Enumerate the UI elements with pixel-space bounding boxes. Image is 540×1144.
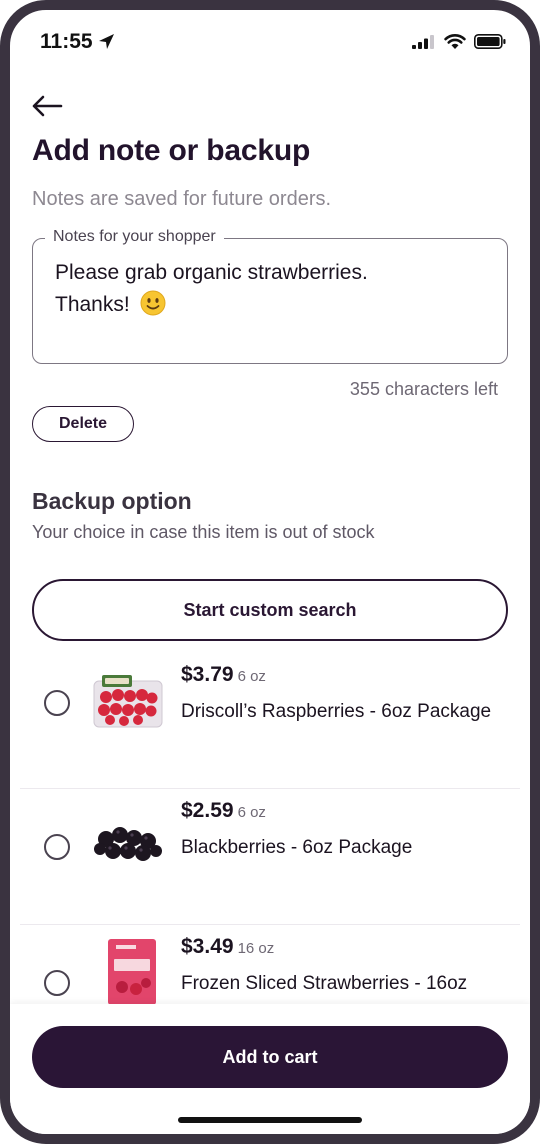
notes-line-2: Thanks! xyxy=(55,289,491,321)
shopper-notes-field[interactable]: Notes for your shopper Please grab organ… xyxy=(32,228,508,364)
notes-field-label: Notes for your shopper xyxy=(45,228,224,246)
backup-item-radio[interactable] xyxy=(44,690,70,716)
page-subtitle: Notes are saved for future orders. xyxy=(32,188,332,210)
backup-item-price: $3.49 16 oz xyxy=(181,935,274,959)
home-indicator xyxy=(178,1117,362,1123)
status-bar: 11:55 xyxy=(10,10,530,70)
price-value: $2.59 xyxy=(181,799,234,822)
frozen-strawberries-thumbnail-icon xyxy=(108,939,156,1005)
backup-item-row[interactable]: $2.59 6 oz Blackberries - 6oz Package xyxy=(20,789,520,925)
price-value: $3.79 xyxy=(181,663,234,686)
notes-field-value[interactable]: Please grab organic strawberries. Thanks… xyxy=(55,257,491,321)
backup-item-name: Frozen Sliced Strawberries - 16oz xyxy=(181,973,468,994)
battery-icon xyxy=(474,34,506,49)
backup-item-name: Driscoll’s Raspberries - 6oz Package xyxy=(181,701,492,722)
notes-line-1: Please grab organic strawberries. xyxy=(55,261,368,284)
footer-bar: Add to cart xyxy=(10,1004,530,1134)
characters-left-counter: 355 characters left xyxy=(349,379,498,399)
backup-item-price: $2.59 6 oz xyxy=(181,799,266,823)
blackberries-thumbnail-icon xyxy=(94,827,162,861)
backup-item-price: $3.79 6 oz xyxy=(181,663,266,687)
phone-frame: 11:55 Add note or backup Notes are saved… xyxy=(0,0,540,1144)
backup-item-name: Blackberries - 6oz Package xyxy=(181,837,413,858)
backup-option-heading: Backup option xyxy=(32,488,192,514)
wifi-icon xyxy=(444,34,466,49)
add-to-cart-button[interactable]: Add to cart xyxy=(32,1026,508,1088)
backup-item-row[interactable]: $3.79 6 oz Driscoll’s Raspberries - 6oz P… xyxy=(20,653,520,789)
back-arrow-icon[interactable] xyxy=(30,94,64,118)
notes-line-2-text: Thanks! xyxy=(55,293,130,316)
page-title: Add note or backup xyxy=(32,134,311,167)
start-custom-search-button[interactable]: Start custom search xyxy=(32,579,508,641)
backup-item-radio[interactable] xyxy=(44,834,70,860)
delete-note-button[interactable]: Delete xyxy=(32,406,134,442)
location-arrow-icon xyxy=(99,34,114,49)
cellular-signal-icon xyxy=(412,35,434,49)
size-value: 6 oz xyxy=(237,668,266,685)
raspberries-thumbnail-icon xyxy=(93,675,163,728)
smiling-face-emoji-icon xyxy=(140,290,166,316)
status-time: 11:55 xyxy=(40,30,93,53)
backup-option-description: Your choice in case this item is out of … xyxy=(32,522,375,542)
price-value: $3.49 xyxy=(181,935,234,958)
size-value: 16 oz xyxy=(237,940,275,957)
size-value: 6 oz xyxy=(237,804,266,821)
backup-item-radio[interactable] xyxy=(44,970,70,996)
